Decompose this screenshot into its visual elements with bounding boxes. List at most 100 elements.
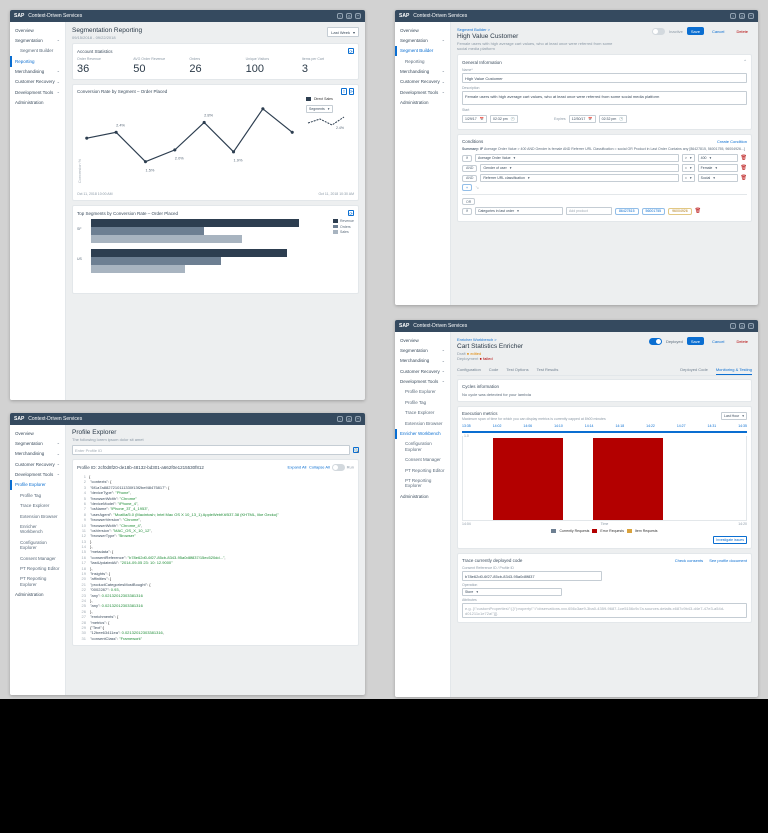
- check-consents-link[interactable]: Check consents: [675, 558, 703, 563]
- sidebar-item-administration[interactable]: Administration: [10, 98, 65, 108]
- sidebar-item-development-tools[interactable]: Development Tools⌄: [395, 87, 450, 97]
- tag[interactable]: 56001755: [642, 208, 666, 215]
- delete-row-icon[interactable]: 🗑: [741, 155, 747, 161]
- cancel-button[interactable]: Cancel: [708, 27, 728, 35]
- value-input[interactable]: Female ▾: [698, 164, 738, 172]
- sidebar-item-configuration-explorer[interactable]: Configuration Explorer: [10, 537, 65, 553]
- investigate-button[interactable]: Investigate issues: [713, 536, 747, 544]
- start-time-input[interactable]: 02:32 pm 🕑: [490, 115, 518, 123]
- refresh-icon[interactable]: ⟳: [348, 210, 354, 216]
- sidebar-item-customer-recovery[interactable]: Customer Recovery⌄: [395, 77, 450, 87]
- sidebar-item-segmentation[interactable]: Segmentation⌄: [395, 345, 450, 355]
- sidebar-item-overview[interactable]: Overview: [10, 25, 65, 35]
- timeline-bar[interactable]: [462, 431, 747, 433]
- tab-configuration[interactable]: Configuration: [457, 367, 481, 375]
- sidebar-item-segment-builder[interactable]: Segment Builder: [10, 46, 65, 56]
- sidebar-item-administration[interactable]: Administration: [395, 98, 450, 108]
- search-icon[interactable]: 🔍: [353, 447, 359, 453]
- op-select[interactable]: = ▾: [682, 174, 695, 182]
- tab-code[interactable]: Code: [489, 367, 499, 375]
- delete-row-icon[interactable]: 🗑: [741, 165, 747, 171]
- user-icon[interactable]: ⦿: [748, 323, 754, 329]
- sidebar-item-development-tools[interactable]: Development Tools⌄: [10, 87, 65, 97]
- sidebar-item-pt-reporting-editor[interactable]: PT Reporting Editor: [395, 465, 450, 475]
- collapse-all[interactable]: Collapse All: [309, 465, 330, 470]
- value-input[interactable]: 400 ▾: [698, 154, 738, 162]
- attr-select[interactable]: Referrer URL classification ▾: [480, 174, 678, 182]
- sidebar-item-profile-explorer[interactable]: Profile Explorer: [10, 480, 65, 490]
- sidebar-item-segmentation[interactable]: Segmentation⌄: [10, 438, 65, 448]
- sidebar-item-development-tools[interactable]: Development Tools⌄: [10, 470, 65, 480]
- create-condition-link[interactable]: Create Condition: [717, 139, 747, 144]
- user-icon[interactable]: ⦿: [748, 13, 754, 19]
- see-profile-link[interactable]: See profile document: [709, 558, 747, 563]
- expire-date-input[interactable]: 12/30/17 📅: [569, 115, 596, 123]
- cancel-button[interactable]: Cancel: [708, 337, 728, 345]
- sidebar-item-overview[interactable]: Overview: [395, 335, 450, 345]
- start-date-input[interactable]: 1/29/17 📅: [462, 115, 487, 123]
- help-icon[interactable]: ?: [730, 323, 736, 329]
- active-toggle[interactable]: [652, 28, 665, 35]
- delete-row-icon[interactable]: 🗑: [695, 208, 701, 214]
- sidebar-item-pt-reporting-explorer[interactable]: PT Reporting Explorer: [395, 475, 450, 491]
- settings-icon[interactable]: ⚙: [739, 323, 745, 329]
- tag[interactable]: 96004926: [668, 208, 692, 215]
- sidebar-item-profile-tag[interactable]: Profile Tag: [395, 397, 450, 407]
- settings-icon[interactable]: ⚙: [346, 13, 352, 19]
- sidebar-item-development-tools[interactable]: Development Tools⌄: [395, 377, 450, 387]
- breadcrumb[interactable]: Segment Builder >: [457, 27, 617, 32]
- tab-test-results[interactable]: Test Results: [537, 367, 559, 375]
- delete-row-icon[interactable]: 🗑: [741, 175, 747, 181]
- sidebar-item-pt-reporting-explorer[interactable]: PT Reporting Explorer: [10, 574, 65, 590]
- sidebar-item-administration[interactable]: Administration: [10, 590, 65, 600]
- profile-search-input[interactable]: Enter Profile ID: [72, 445, 350, 455]
- settings-icon[interactable]: ⚙: [346, 416, 352, 422]
- op-if[interactable]: If: [462, 155, 472, 162]
- sidebar-item-consent-manager[interactable]: Consent Manager: [395, 455, 450, 465]
- sidebar-item-segmentation[interactable]: Segmentation⌄: [395, 35, 450, 45]
- sidebar-item-segmentation[interactable]: Segmentation⌄: [10, 35, 65, 45]
- sidebar-item-reporting[interactable]: Reporting: [10, 56, 65, 66]
- desc-textarea[interactable]: Female users with high average cart valu…: [462, 91, 747, 105]
- sidebar-item-merchandising[interactable]: Merchandising⌄: [395, 356, 450, 366]
- tab-test-options[interactable]: Test Options: [506, 367, 528, 375]
- consent-id-input[interactable]: b78e62d0-6f27-85cb-8343-95a0d8f837: [462, 571, 602, 581]
- date-range-select[interactable]: Last Week▾: [327, 27, 359, 37]
- sidebar-item-merchandising[interactable]: Merchandising⌄: [10, 67, 65, 77]
- sidebar-item-profile-explorer[interactable]: Profile Explorer: [395, 387, 450, 397]
- operation-select[interactable]: Store ▾: [462, 588, 562, 596]
- settings-icon[interactable]: ⚙: [739, 13, 745, 19]
- attributes-input[interactable]: e.g. {\"customProperties\":[{\"property\…: [462, 603, 747, 618]
- sidebar-item-configuration-explorer[interactable]: Configuration Explorer: [395, 439, 450, 455]
- sidebar-item-extension-browser[interactable]: Extension Browser: [395, 418, 450, 428]
- sidebar-item-profile-tag[interactable]: Profile Tag: [10, 490, 65, 500]
- sidebar-item-merchandising[interactable]: Merchandising⌄: [10, 449, 65, 459]
- delete-button[interactable]: Delete: [732, 337, 752, 345]
- name-input[interactable]: High Value Customer: [462, 73, 747, 83]
- sidebar-item-administration[interactable]: Administration: [395, 491, 450, 501]
- sidebar-item-extension-browser[interactable]: Extension Browser: [10, 511, 65, 521]
- sidebar-item-pt-reporting-editor[interactable]: PT Reporting Editor: [10, 563, 65, 573]
- help-icon[interactable]: ?: [337, 416, 343, 422]
- tab-deployed-code[interactable]: Deployed Code: [680, 367, 708, 375]
- op-and[interactable]: AND: [462, 175, 477, 182]
- help-icon[interactable]: ?: [337, 13, 343, 19]
- sidebar-item-consent-manager[interactable]: Consent Manager: [10, 553, 65, 563]
- user-icon[interactable]: ⦿: [355, 13, 361, 19]
- sidebar-item-merchandising[interactable]: Merchandising⌄: [395, 67, 450, 77]
- run-toggle[interactable]: [332, 464, 345, 471]
- sidebar-item-enricher-workbench[interactable]: Enricher Workbench: [10, 522, 65, 538]
- save-button[interactable]: Save: [687, 337, 704, 345]
- sidebar-item-customer-recovery[interactable]: Customer Recovery⌄: [395, 366, 450, 376]
- sidebar-item-overview[interactable]: Overview: [10, 428, 65, 438]
- sidebar-item-reporting[interactable]: Reporting: [395, 56, 450, 66]
- refresh-icon[interactable]: ⟳: [348, 48, 354, 54]
- op-and[interactable]: AND: [462, 165, 477, 172]
- export-icon[interactable]: ⇪: [341, 88, 346, 95]
- op-if[interactable]: If: [462, 208, 472, 215]
- add-plus[interactable]: +: [462, 184, 472, 191]
- attr-select[interactable]: Gender of user ▾: [480, 164, 678, 172]
- expand-all[interactable]: Expand All: [288, 465, 307, 470]
- sidebar-item-trace-explorer[interactable]: Trace Explorer: [395, 408, 450, 418]
- segments-select[interactable]: Segments ▾: [306, 105, 333, 113]
